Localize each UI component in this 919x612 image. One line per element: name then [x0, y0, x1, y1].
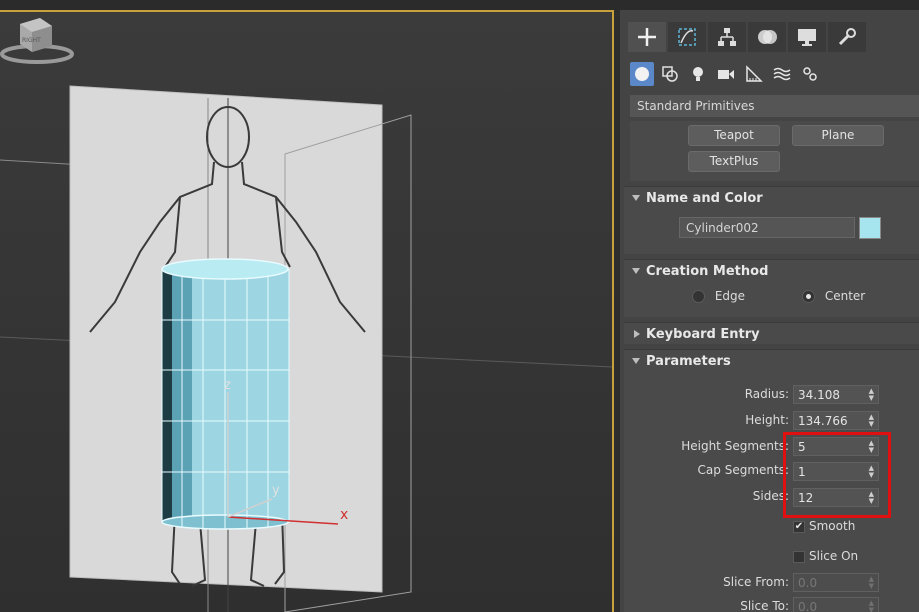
helpers-button[interactable] [742, 62, 766, 86]
utilities-tab[interactable] [828, 22, 866, 52]
spinner-arrows-icon[interactable]: ▲ ▼ [869, 600, 874, 612]
hierarchy-icon [718, 28, 736, 46]
keyboard-entry-header[interactable]: Keyboard Entry [624, 323, 919, 345]
object-name-field[interactable]: Cylinder002 [679, 217, 855, 238]
display-icon [798, 29, 816, 46]
plane-button[interactable]: Plane [792, 125, 884, 146]
spinner-arrows-icon[interactable]: ▲ ▼ [869, 576, 874, 590]
display-tab[interactable] [788, 22, 826, 52]
slice-from-label: Slice From: [723, 575, 789, 589]
center-label: Center [824, 289, 866, 303]
slice-on-label: Slice On [809, 549, 859, 563]
slice-to-spinner[interactable]: 0.0 ▲ ▼ [793, 597, 879, 612]
spacewarps-button[interactable] [770, 62, 794, 86]
axis-label-y: y [272, 483, 280, 498]
cap-segments-label: Cap Segments: [697, 463, 789, 477]
lights-button[interactable] [686, 62, 710, 86]
perspective-viewport[interactable]: z y x RIGHT [0, 10, 614, 612]
smooth-label: Smooth [809, 519, 856, 533]
modify-icon [678, 28, 696, 46]
radius-label: Radius: [744, 387, 789, 401]
create-tab[interactable] [628, 22, 666, 52]
slice-to-label: Slice To: [740, 599, 789, 612]
center-radio[interactable] [802, 290, 815, 303]
motion-icon [758, 30, 777, 44]
parameters-header[interactable]: Parameters [624, 350, 919, 372]
axis-label-z: z [224, 378, 231, 393]
object-type-buttons: Teapot Plane TextPlus [630, 121, 919, 181]
name-and-color-title: Name and Color [646, 191, 763, 206]
annotation-highlight-box [783, 432, 891, 518]
motion-tab[interactable] [748, 22, 786, 52]
center-radio-option[interactable]: Center [802, 289, 865, 303]
sides-label: Sides: [752, 489, 789, 503]
checkbox-box [793, 550, 805, 563]
checkmark-icon: ✔ [793, 520, 805, 533]
keyboard-entry-title: Keyboard Entry [646, 327, 760, 342]
create-category-buttons [630, 62, 822, 86]
cameras-icon [718, 70, 734, 79]
shapes-icon [662, 66, 678, 82]
systems-button[interactable] [798, 62, 822, 86]
category-dropdown[interactable]: Standard Primitives [630, 95, 919, 117]
radius-spinner[interactable]: 34.108 ▲ ▼ [793, 385, 879, 404]
height-value: 134.766 [798, 414, 848, 428]
hierarchy-tab[interactable] [708, 22, 746, 52]
spinner-arrows-icon[interactable]: ▲ ▼ [869, 414, 874, 428]
object-color-swatch[interactable] [859, 217, 881, 239]
creation-method-rollout: Creation Method [624, 259, 919, 317]
spacewarps-icon [773, 67, 791, 81]
name-and-color-header[interactable]: Name and Color [624, 187, 919, 209]
textplus-button[interactable]: TextPlus [688, 151, 780, 172]
helpers-icon [746, 65, 763, 82]
slice-from-spinner[interactable]: 0.0 ▲ ▼ [793, 573, 879, 592]
creation-method-header[interactable]: Creation Method [624, 260, 919, 282]
create-icon [638, 28, 656, 46]
smooth-checkbox[interactable]: ✔ Smooth [793, 519, 855, 533]
cylinder-object [161, 258, 290, 530]
edge-radio-option[interactable]: Edge [692, 289, 745, 303]
modify-tab[interactable] [668, 22, 706, 52]
geometry-button[interactable] [630, 62, 654, 86]
lights-icon [693, 67, 703, 81]
radius-value: 34.108 [798, 388, 840, 402]
viewcube-label: RIGHT [22, 37, 41, 44]
axis-label-x: x [340, 507, 348, 523]
keyboard-entry-rollout: Keyboard Entry [624, 322, 919, 344]
spinner-arrows-icon[interactable]: ▲ ▼ [869, 388, 874, 402]
creation-method-title: Creation Method [646, 264, 769, 279]
systems-icon [803, 67, 817, 81]
slice-from-value: 0.0 [798, 576, 818, 590]
height-label: Height: [745, 413, 789, 427]
geometry-icon [635, 67, 649, 81]
teapot-button[interactable]: Teapot [688, 125, 780, 146]
viewport-scene: z y x [0, 85, 612, 612]
height-spinner[interactable]: 134.766 ▲ ▼ [793, 411, 879, 430]
shapes-button[interactable] [658, 62, 682, 86]
slice-on-checkbox[interactable]: Slice On [793, 549, 858, 563]
height-segments-label: Height Segments: [681, 439, 789, 453]
viewcube[interactable]: RIGHT [0, 12, 74, 64]
edge-label: Edge [714, 289, 746, 303]
slice-to-value: 0.0 [798, 600, 818, 612]
command-panel-tabs [628, 22, 866, 52]
cameras-button[interactable] [714, 62, 738, 86]
utilities-icon [838, 28, 856, 46]
parameters-title: Parameters [646, 354, 731, 369]
edge-radio[interactable] [692, 290, 705, 303]
